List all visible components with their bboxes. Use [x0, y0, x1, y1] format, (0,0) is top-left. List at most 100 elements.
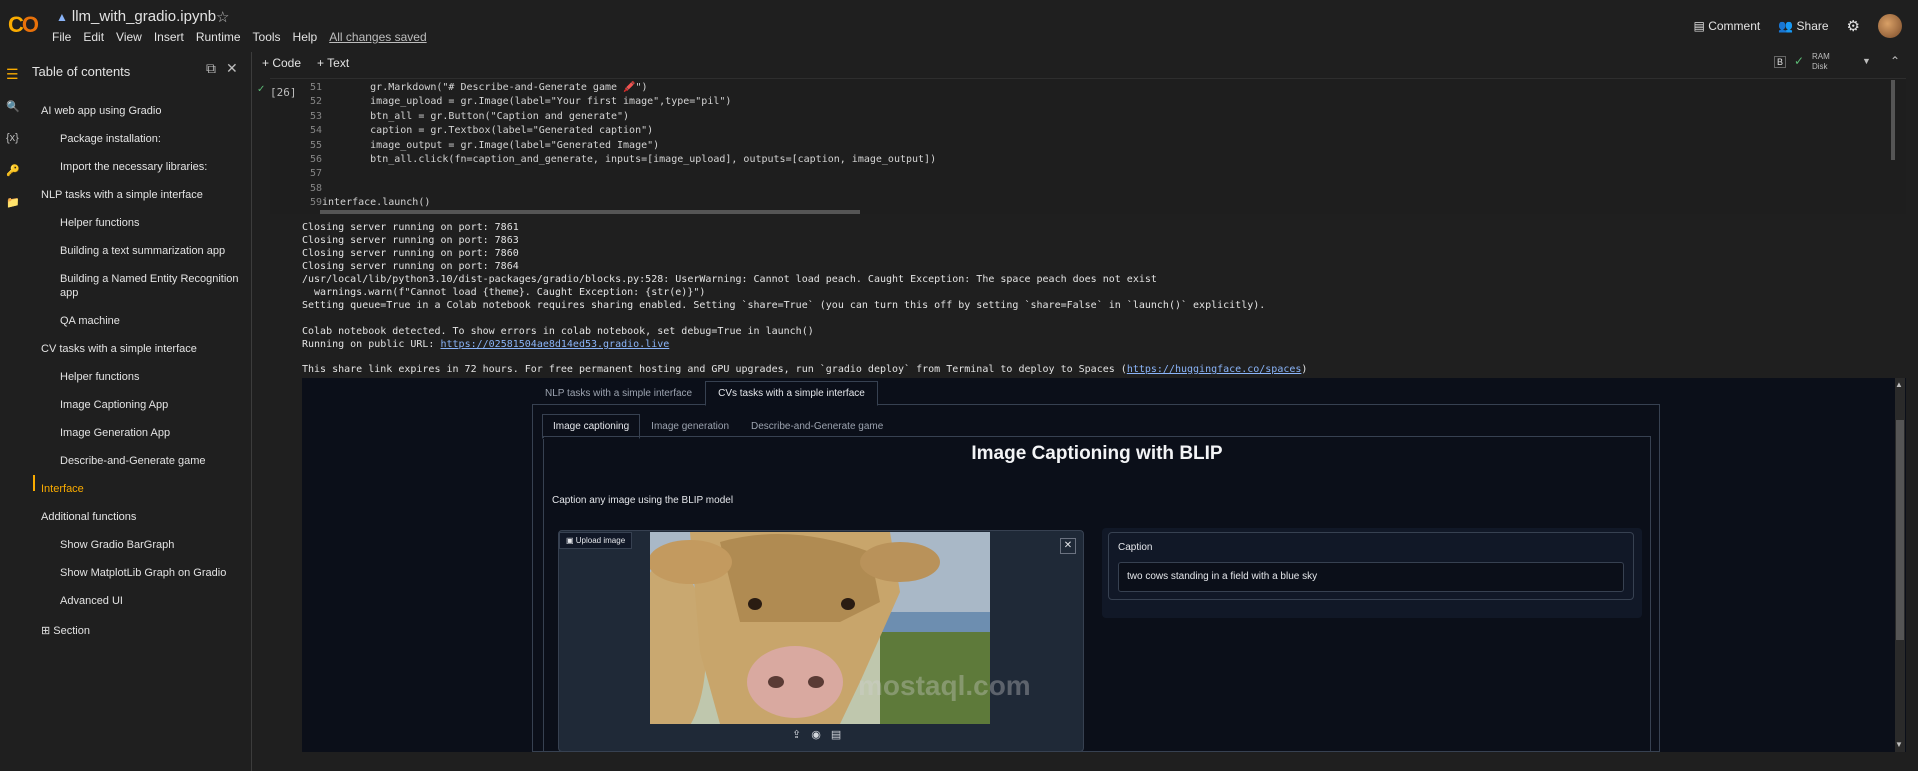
ram-disk-indicator[interactable]: RAM Disk — [1812, 52, 1830, 72]
variables-icon[interactable]: {x} — [6, 132, 19, 144]
key-icon[interactable]: 🔑 — [6, 164, 20, 177]
code-vscrollbar[interactable] — [1891, 80, 1895, 160]
share-suffix: ) — [1301, 364, 1308, 375]
clipboard-icon[interactable]: ▤ — [831, 728, 841, 741]
toc-tools: ⧉ ✕ — [206, 60, 238, 77]
add-code-button[interactable]: + Code — [262, 56, 301, 70]
toc-item[interactable]: Image Generation App — [60, 426, 244, 440]
scroll-up-icon[interactable]: ▲ — [1895, 380, 1903, 389]
add-text-button[interactable]: + Text — [317, 56, 349, 70]
toc-item[interactable]: Helper functions — [60, 216, 244, 230]
toc-item[interactable]: CV tasks with a simple interface — [41, 342, 197, 356]
toc-item-label: Helper functions — [60, 217, 140, 229]
code-hscrollbar[interactable] — [320, 210, 860, 214]
share-prefix: This share link expires in 72 hours. For… — [302, 364, 1127, 375]
comment-icon: ▤ — [1693, 19, 1709, 33]
toc-item[interactable]: Interface — [41, 482, 84, 496]
run-status-icon[interactable]: ✓ — [257, 84, 265, 95]
app-title: Image Captioning with BLIP — [971, 443, 1223, 464]
toc-item[interactable]: Show MatplotLib Graph on Gradio — [60, 566, 244, 580]
upload-label: ▣ Upload image — [559, 532, 633, 549]
public-url-link[interactable]: https://02581504ae8d14ed53.gradio.live — [440, 339, 669, 350]
public-url-line: Running on public URL: https://02581504a… — [302, 339, 669, 350]
comment-button[interactable]: ▤ Comment — [1694, 19, 1761, 33]
toc-item[interactable]: Additional functions — [41, 510, 136, 524]
toc-item[interactable]: QA machine — [60, 314, 244, 328]
menu-help[interactable]: Help — [293, 30, 318, 44]
output-line: Setting queue=True in a Colab notebook r… — [302, 300, 1266, 311]
caption-label: Caption — [1118, 542, 1153, 553]
menu-view[interactable]: View — [116, 30, 142, 44]
tab-image-generation[interactable]: Image generation — [640, 414, 740, 439]
toc-item[interactable]: NLP tasks with a simple interface — [41, 188, 203, 202]
tab-describe-generate[interactable]: Describe-and-Generate game — [740, 414, 894, 439]
share-expiry-line: This share link expires in 72 hours. For… — [302, 364, 1307, 375]
spaces-link[interactable]: https://huggingface.co/spaces — [1127, 364, 1302, 375]
toc-item[interactable]: Advanced UI — [60, 594, 244, 608]
toc-item-label: Interface — [41, 483, 84, 495]
cell-toolbar: + Code + Text — [262, 56, 349, 70]
clear-image-button[interactable]: ✕ — [1060, 538, 1076, 554]
toc-item-label: Additional functions — [41, 511, 137, 523]
gradio-top-tabs: NLP tasks with a simple interface CVs ta… — [532, 381, 878, 406]
new-tab-icon[interactable]: ⧉ — [206, 60, 216, 77]
toc-icon[interactable]: ☰ — [6, 66, 19, 83]
toc-item[interactable]: Import the necessary libraries: — [60, 160, 244, 174]
close-icon[interactable]: ✕ — [226, 60, 238, 77]
chevron-down-icon[interactable]: ▼ — [1862, 56, 1871, 66]
toc-item[interactable]: ⊞ Section — [41, 624, 90, 638]
code-line: btn_all.click(fn=caption_and_generate, i… — [322, 154, 937, 165]
search-icon[interactable]: 🔍 — [6, 100, 20, 113]
caption-value: two cows standing in a field with a blue… — [1127, 571, 1318, 582]
output-line: Closing server running on port: 7864 — [302, 261, 519, 272]
toc-item[interactable]: Building a Named Entity Recognition app — [60, 272, 244, 300]
webcam-icon[interactable]: ◉ — [811, 728, 821, 741]
menu-file[interactable]: File — [52, 30, 71, 44]
output-line: /usr/local/lib/python3.10/dist-packages/… — [302, 274, 1157, 285]
people-icon: 👥 — [1778, 19, 1797, 33]
tab-nlp[interactable]: NLP tasks with a simple interface — [532, 381, 705, 406]
menu-bar: File Edit View Insert Runtime Tools Help… — [52, 30, 427, 44]
line-number: 55 — [309, 139, 322, 151]
expand-icon[interactable]: ⊞ — [41, 625, 53, 637]
upload-icon[interactable]: ⇪ — [792, 728, 801, 741]
toc-item[interactable]: Describe-and-Generate game — [60, 454, 244, 468]
toc-title: Table of contents — [32, 64, 131, 79]
b-badge: B — [1774, 56, 1787, 68]
folder-icon[interactable]: 📁 — [6, 196, 20, 209]
output-line: Closing server running on port: 7861 — [302, 222, 519, 233]
code-line: gr.Markdown("# Describe-and-Generate gam… — [322, 82, 648, 93]
toc-item-label: Image Generation App — [60, 427, 171, 439]
app-description: Caption any image using the BLIP model — [552, 495, 734, 506]
toc-item-label: NLP tasks with a simple interface — [41, 189, 203, 201]
toc-item[interactable]: Building a text summarization app — [60, 244, 244, 258]
menu-runtime[interactable]: Runtime — [196, 30, 241, 44]
tab-image-captioning[interactable]: Image captioning — [542, 414, 641, 439]
colab-logo[interactable]: CO — [8, 12, 39, 38]
menu-tools[interactable]: Tools — [253, 30, 281, 44]
share-button[interactable]: 👥 Share — [1778, 19, 1828, 33]
toc-item[interactable]: Helper functions — [60, 370, 244, 384]
scroll-down-icon[interactable]: ▼ — [1895, 740, 1903, 749]
toc-item-label: Package installation: — [60, 133, 161, 145]
toc-item[interactable]: Package installation: — [60, 132, 244, 146]
running-prefix: Running on public URL: — [302, 339, 441, 350]
avatar[interactable] — [1878, 14, 1902, 38]
saved-status[interactable]: All changes saved — [329, 30, 426, 44]
toc-item-label: AI web app using Gradio — [41, 105, 162, 117]
code-line: btn_all = gr.Button("Caption and generat… — [322, 110, 630, 122]
toc-item[interactable]: Image Captioning App — [60, 398, 244, 412]
notebook-title[interactable]: ▲ llm_with_gradio.ipynb — [56, 8, 216, 25]
menu-edit[interactable]: Edit — [83, 30, 104, 44]
image-icon: ▣ — [566, 536, 576, 545]
tab-cv[interactable]: CVs tasks with a simple interface — [705, 381, 878, 406]
toc-item[interactable]: Show Gradio BarGraph — [60, 538, 244, 552]
toc-item[interactable]: AI web app using Gradio — [41, 104, 161, 118]
gear-icon[interactable]: ⚙ — [1847, 17, 1860, 35]
chevron-up-icon[interactable]: ⌃ — [1890, 54, 1900, 68]
code-line: interface.launch() — [322, 197, 431, 209]
output-scroll-thumb[interactable] — [1896, 420, 1904, 640]
code-line: caption = gr.Textbox(label="Generated ca… — [322, 125, 654, 137]
menu-insert[interactable]: Insert — [154, 30, 184, 44]
star-icon[interactable]: ☆ — [216, 8, 229, 26]
